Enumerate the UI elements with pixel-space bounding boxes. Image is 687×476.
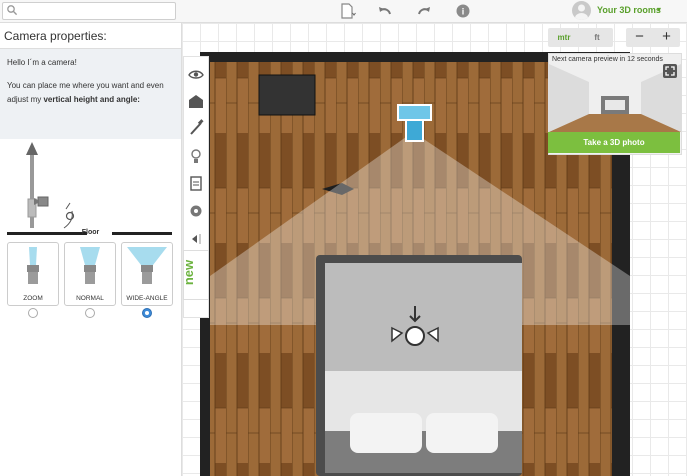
preview-image — [549, 54, 681, 132]
chevron-down-icon[interactable]: ▾ — [657, 5, 661, 14]
search-input[interactable] — [2, 2, 176, 20]
intro-line-adjust: adjust my vertical height and angle: — [7, 95, 140, 104]
bed[interactable] — [316, 255, 522, 476]
preview-countdown: Next camera preview in 12 seconds — [552, 56, 663, 63]
lens-zoom-radio[interactable] — [28, 308, 38, 318]
fullscreen-icon[interactable] — [663, 64, 677, 78]
floor-label: Floor — [81, 229, 100, 236]
tv-unit — [258, 74, 316, 116]
intro-line: You can place me where you want and even — [7, 81, 164, 90]
document-icon[interactable] — [338, 2, 356, 20]
furniture-icon[interactable] — [187, 92, 205, 110]
lens-wide-angle-radio[interactable] — [142, 308, 152, 318]
collapse-panel-icon[interactable] — [187, 230, 205, 248]
lens-wide-angle-option[interactable]: WIDE-ANGLE — [121, 242, 173, 306]
wide-angle-lens-icon — [127, 247, 167, 284]
lens-zoom-option[interactable]: ZOOM — [7, 242, 59, 306]
lens-label-normal: NORMAL — [76, 295, 104, 302]
gear-icon[interactable] — [187, 202, 205, 220]
lens-label-zoom: ZOOM — [23, 295, 43, 302]
intro-greeting: Hello I´m a camera! — [7, 58, 77, 67]
zoom-in-button[interactable]: + — [653, 28, 680, 47]
zoom-out-button[interactable]: − — [626, 28, 653, 47]
avatar[interactable] — [572, 1, 591, 20]
lens-label-wide-angle: WIDE-ANGLE — [126, 295, 168, 302]
help-icon[interactable]: i — [454, 2, 472, 20]
undo-icon[interactable] — [376, 2, 394, 20]
camera-properties-panel: Camera properties: Hello I´m a camera! Y… — [0, 23, 182, 476]
unit-toggle: mtr ft — [548, 28, 613, 47]
eye-icon[interactable] — [187, 65, 205, 83]
new-features-tab[interactable]: new — [181, 250, 209, 300]
lens-normal-option[interactable]: NORMAL — [64, 242, 116, 306]
zoom-controls: − + — [626, 28, 680, 47]
lamp-icon[interactable] — [187, 147, 205, 165]
clipboard-icon[interactable] — [187, 174, 205, 192]
new-tab-label: new — [181, 259, 197, 286]
intro-box: Hello I´m a camera! You can place me whe… — [0, 49, 181, 139]
take-3d-photo-button[interactable]: Take a 3D photo — [548, 132, 680, 153]
redo-icon[interactable] — [415, 2, 433, 20]
camera-height-angle-diagram[interactable] — [0, 139, 181, 234]
unit-feet-button[interactable]: ft — [581, 28, 613, 47]
paint-brush-icon[interactable] — [187, 119, 205, 137]
panel-title: Camera properties: — [4, 29, 107, 43]
svg-text:i: i — [462, 7, 465, 17]
lens-normal-radio[interactable] — [85, 308, 95, 318]
top-bar: i Your 3D rooms ▾ — [0, 0, 687, 23]
zoom-lens-icon — [27, 247, 39, 284]
search-icon — [7, 5, 18, 16]
normal-lens-icon — [80, 247, 100, 284]
unit-metric-button[interactable]: mtr — [548, 28, 580, 47]
user-rooms-link[interactable]: Your 3D rooms — [597, 5, 661, 15]
